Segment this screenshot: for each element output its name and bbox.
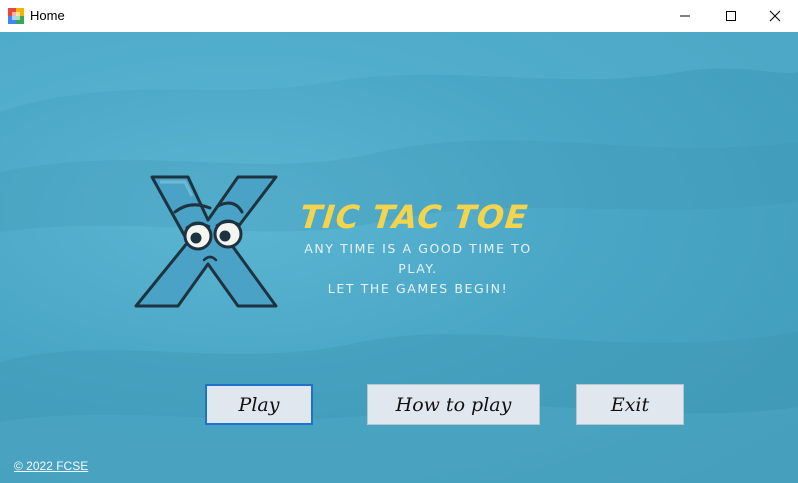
maximize-icon	[726, 11, 736, 21]
x-character-logo	[134, 175, 278, 308]
copyright-link[interactable]: © 2022 FCSE	[14, 459, 88, 473]
window-title: Home	[30, 8, 65, 23]
maximize-button[interactable]	[708, 0, 754, 32]
tagline-line-1: ANY TIME IS A GOOD TIME TO PLAY.	[304, 241, 532, 276]
minimize-icon	[680, 15, 690, 17]
how-to-play-button[interactable]: How to play	[367, 384, 540, 425]
minimize-button[interactable]	[662, 0, 708, 32]
app-icon	[8, 8, 24, 24]
game-title: TIC TAC TOE	[298, 198, 530, 236]
close-button[interactable]	[752, 0, 798, 32]
play-button[interactable]: Play	[205, 384, 313, 425]
home-screen: TIC TAC TOE ANY TIME IS A GOOD TIME TO P…	[0, 32, 798, 483]
exit-button[interactable]: Exit	[576, 384, 684, 425]
close-icon	[769, 10, 781, 22]
app-window: Home TIC TAC TOE ANY TIME IS A GOOD TIME…	[0, 0, 798, 483]
title-bar[interactable]: Home	[0, 0, 798, 32]
tagline-line-2: LET THE GAMES BEGIN!	[327, 281, 509, 296]
tagline: ANY TIME IS A GOOD TIME TO PLAY. LET THE…	[288, 239, 548, 299]
